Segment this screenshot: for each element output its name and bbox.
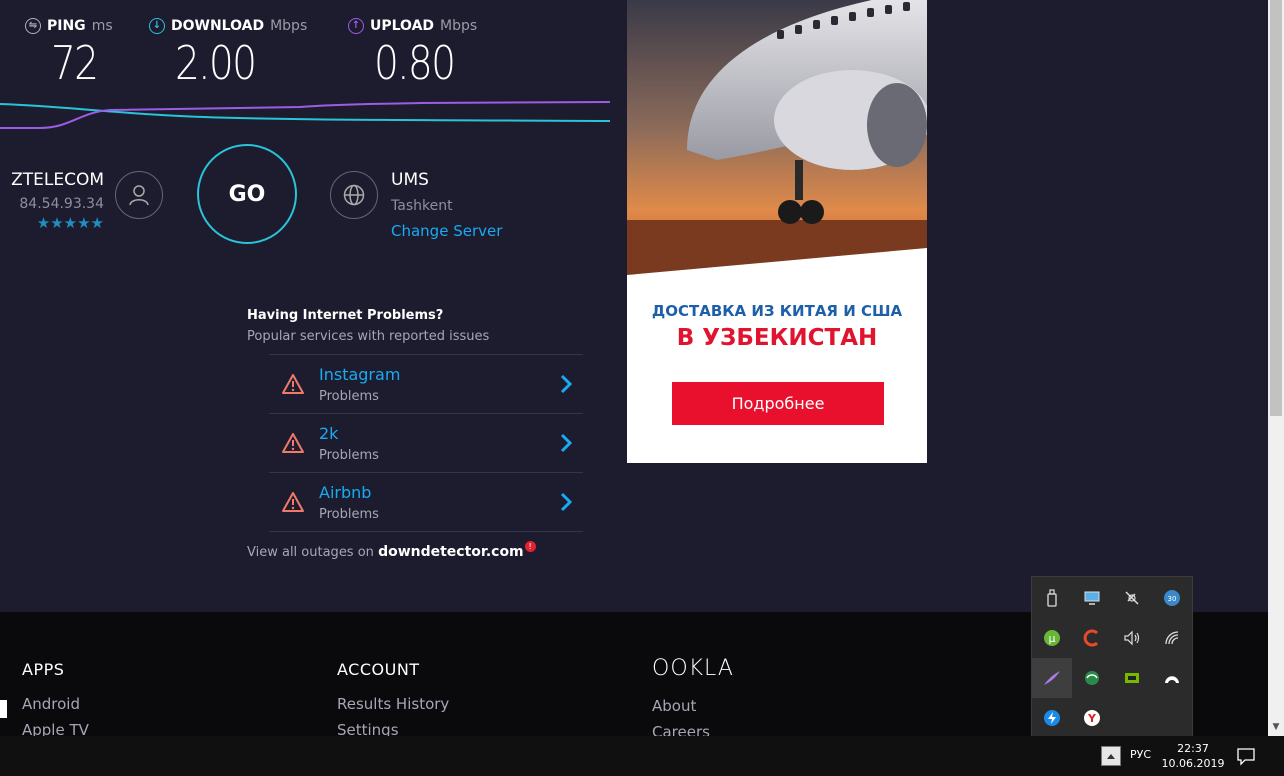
download-unit: Mbps <box>270 18 308 34</box>
footer-apps: APPS Android Apple TV <box>22 660 89 736</box>
problem-row-instagram[interactable]: Instagram Problems <box>269 355 583 414</box>
upload-graph-line <box>0 101 610 129</box>
chevron-right-icon <box>560 492 573 512</box>
thunder-icon[interactable] <box>1032 698 1072 738</box>
speed-graph <box>0 101 610 129</box>
isp-info: ZTELECOM 84.54.93.34 ★★★★★ <box>0 170 104 232</box>
footer-account: ACCOUNT Results History Settings <box>337 660 449 736</box>
warning-icon <box>282 492 304 512</box>
problem-service-name: Instagram <box>319 365 401 384</box>
scrollbar-thumb[interactable] <box>1270 0 1282 416</box>
problems-subtitle: Popular services with reported issues <box>247 329 490 344</box>
feather-icon[interactable] <box>1032 658 1072 698</box>
outages-line: View all outages on downdetector.com! <box>247 541 536 560</box>
problem-row-airbnb[interactable]: Airbnb Problems <box>269 473 583 532</box>
footer-link-careers[interactable]: Careers <box>652 723 734 736</box>
problems-title: Having Internet Problems? <box>247 308 444 323</box>
problems-list: Instagram Problems 2k Problems Airbnb Pr… <box>269 354 583 532</box>
warning-icon <box>282 433 304 453</box>
problem-status: Problems <box>319 448 379 463</box>
yandex-icon[interactable]: Y <box>1072 698 1112 738</box>
footer-edge <box>0 700 7 718</box>
chevron-up-icon <box>1107 754 1115 759</box>
display-icon[interactable] <box>1072 578 1112 618</box>
problems-header: Having Internet Problems? Popular servic… <box>247 308 587 344</box>
footer-account-heading: ACCOUNT <box>337 660 420 679</box>
footer-link-android[interactable]: Android <box>22 695 89 713</box>
footer-link-results-history[interactable]: Results History <box>337 695 449 713</box>
upload-metric: ↑ UPLOAD Mbps 0.80 <box>348 18 477 90</box>
footer-ookla: OOKLA About Careers <box>652 656 734 736</box>
isp-ip: 84.54.93.34 <box>19 196 104 212</box>
footer-link-about[interactable]: About <box>652 697 734 715</box>
downdetector-link[interactable]: downdetector.com <box>378 544 524 560</box>
ad-headline: ДОСТАВКА ИЗ КИТАЯ И США <box>651 302 903 320</box>
svg-text:30: 30 <box>1168 595 1177 603</box>
isp-name: ZTELECOM <box>11 170 104 190</box>
language-indicator[interactable]: РУС <box>1130 748 1151 761</box>
satellite-icon[interactable] <box>1112 578 1152 618</box>
show-hidden-icons-button[interactable] <box>1101 746 1121 766</box>
ping-value: 72 <box>51 36 99 90</box>
footer-link-settings[interactable]: Settings <box>337 721 449 736</box>
ping-icon: ⇋ <box>25 18 41 34</box>
volume-icon[interactable] <box>1112 618 1152 658</box>
upload-arrow-icon: ↑ <box>348 18 364 34</box>
scroll-down-arrow-icon[interactable]: ▼ <box>1268 718 1284 736</box>
ad-subheadline: В УЗБЕКИСТАН <box>676 325 878 351</box>
alert-badge-icon: ! <box>524 541 536 552</box>
download-metric: ↓ DOWNLOAD Mbps 2.00 <box>149 18 307 90</box>
isp-rating: ★★★★★ <box>36 214 104 232</box>
wifi-icon[interactable] <box>1152 618 1192 658</box>
ad-banner[interactable]: ДОСТАВКА ИЗ КИТАЯ И США В УЗБЕКИСТАН Под… <box>627 0 927 463</box>
problem-status: Problems <box>319 507 379 522</box>
user-icon[interactable] <box>115 171 163 219</box>
upload-value: 0.80 <box>374 36 456 90</box>
problem-row-2k[interactable]: 2k Problems <box>269 414 583 473</box>
ookla-logo[interactable]: OOKLA <box>652 656 734 681</box>
download-arrow-icon: ↓ <box>149 18 165 34</box>
change-server-link[interactable]: Change Server <box>391 222 502 240</box>
taskbar: РУС 22:37 10.06.2019 <box>0 736 1284 776</box>
game-icon[interactable] <box>1152 658 1192 698</box>
chevron-right-icon <box>560 374 573 394</box>
airplane-image <box>627 0 927 280</box>
download-value: 2.00 <box>175 36 257 90</box>
clock-date: 10.06.2019 <box>1161 757 1225 770</box>
footer-link-apple-tv[interactable]: Apple TV <box>22 721 89 736</box>
warning-icon <box>282 374 304 394</box>
download-label: DOWNLOAD <box>171 18 265 34</box>
server-name: UMS <box>391 170 429 190</box>
globe-icon[interactable] <box>330 171 378 219</box>
notification-center-icon[interactable] <box>1236 746 1256 770</box>
upload-label: UPLOAD <box>370 18 435 34</box>
cleaner-icon[interactable] <box>1072 618 1112 658</box>
footer-apps-heading: APPS <box>22 660 65 679</box>
ping-metric: ⇋ PING ms 72 <box>25 18 113 90</box>
ping-unit: ms <box>91 18 113 34</box>
utorrent-icon[interactable]: µ <box>1032 618 1072 658</box>
problem-service-name: 2k <box>319 424 339 443</box>
clock[interactable]: 22:37 10.06.2019 <box>1160 741 1226 771</box>
svg-text:Y: Y <box>1087 712 1097 725</box>
page: { "speedtest": { "ping": {"label": "PING… <box>0 0 1284 776</box>
usb-drive-icon[interactable] <box>1032 578 1072 618</box>
chevron-right-icon <box>560 433 573 453</box>
upload-unit: Mbps <box>440 18 478 34</box>
server-info: UMS Tashkent Change Server <box>391 170 502 240</box>
problem-service-name: Airbnb <box>319 483 372 502</box>
problem-status: Problems <box>319 389 379 404</box>
clock-time: 22:37 <box>1177 742 1209 755</box>
go-button[interactable]: GO <box>197 144 297 244</box>
nvidia-icon[interactable] <box>1112 658 1152 698</box>
tray-overflow-popup: 30 µ Y <box>1031 576 1193 738</box>
outages-text: View all outages on <box>247 545 374 560</box>
weather-30-icon[interactable]: 30 <box>1152 578 1192 618</box>
server-location: Tashkent <box>391 198 453 214</box>
ad-more-button[interactable]: Подробнее <box>672 382 884 425</box>
svg-text:µ: µ <box>1049 632 1056 645</box>
ping-label: PING <box>47 18 86 34</box>
cloud-sync-icon[interactable] <box>1072 658 1112 698</box>
